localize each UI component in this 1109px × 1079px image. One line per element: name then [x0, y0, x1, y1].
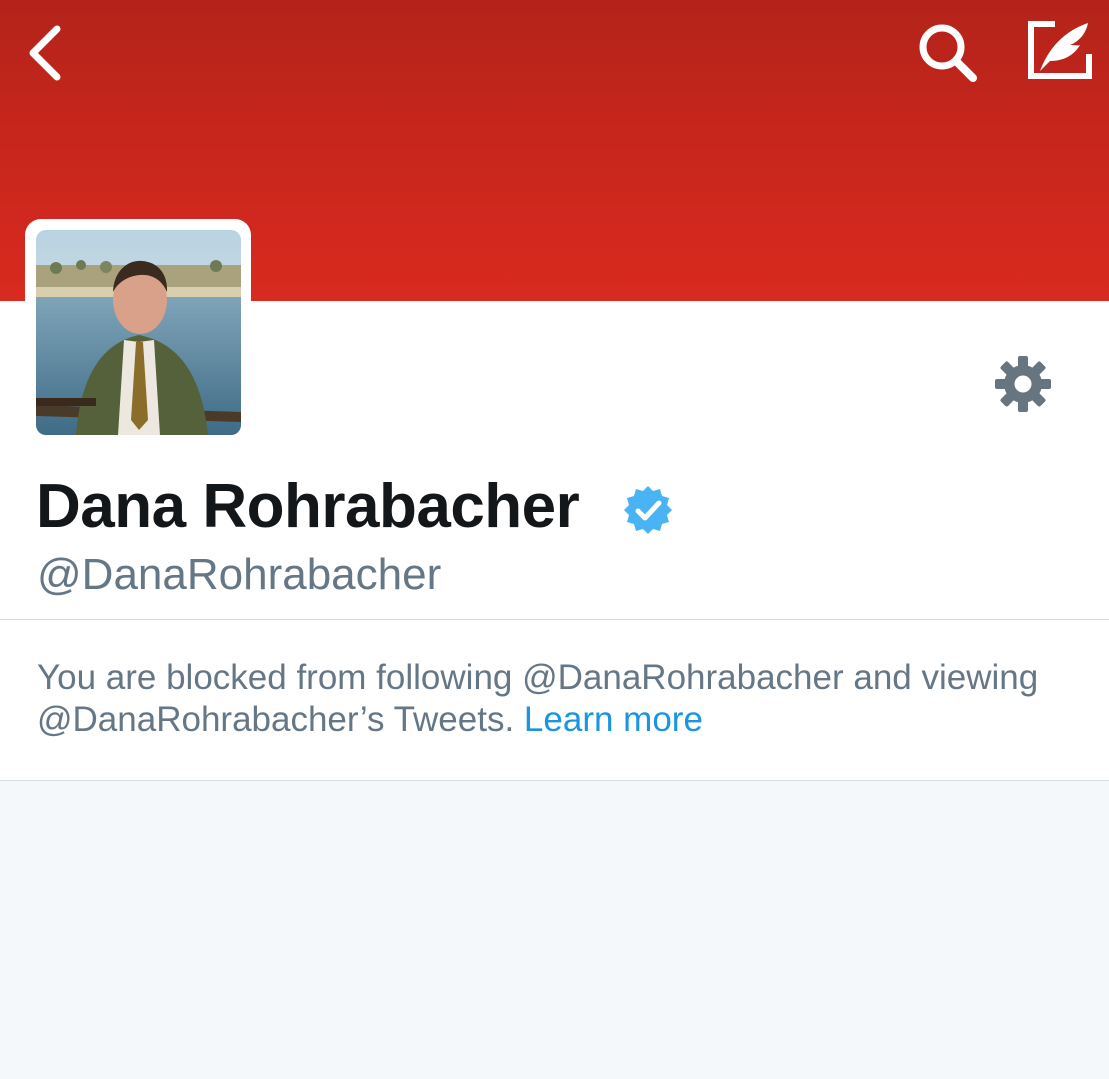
compose-tweet-icon: [1028, 21, 1092, 79]
compose-button[interactable]: [1015, 10, 1105, 90]
gear-icon: [994, 355, 1051, 412]
profile-handle: @DanaRohrabacher: [37, 550, 442, 599]
blocked-notice: You are blocked from following @DanaRohr…: [0, 620, 1109, 780]
settings-button[interactable]: [985, 346, 1060, 421]
chevron-left-icon: [29, 25, 61, 80]
blocked-notice-text: You are blocked from following @DanaRohr…: [37, 657, 1087, 741]
avatar-frame: [25, 219, 251, 445]
bottom-divider: [0, 780, 1109, 781]
search-button[interactable]: [905, 15, 990, 90]
learn-more-link[interactable]: Learn more: [524, 700, 703, 739]
verified-badge-icon: [624, 486, 672, 534]
profile-screen: Dana Rohrabacher @DanaRohrabacher You ar…: [0, 0, 1109, 1079]
avatar[interactable]: [36, 230, 241, 435]
avatar-photo: [36, 230, 241, 435]
back-button[interactable]: [10, 15, 80, 90]
profile-display-name: Dana Rohrabacher: [36, 472, 580, 541]
search-icon: [919, 24, 977, 82]
